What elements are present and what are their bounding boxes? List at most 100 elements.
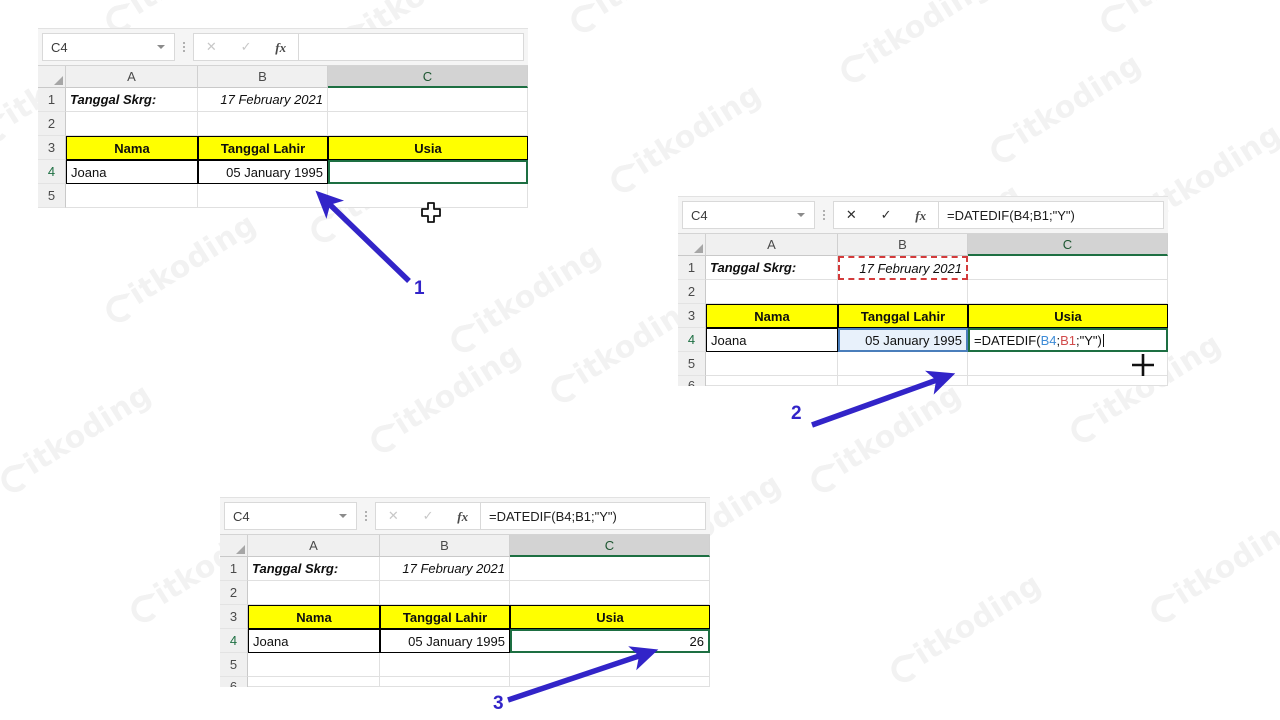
row-header-6[interactable]: 6 (220, 677, 248, 687)
cell-a5[interactable] (706, 352, 838, 376)
row-header-2[interactable]: 2 (220, 581, 248, 605)
confirm-icon[interactable]: ✓ (423, 510, 434, 523)
cell-a3[interactable]: Nama (248, 605, 380, 629)
row-header-4[interactable]: 4 (220, 629, 248, 653)
cell-c6[interactable] (968, 376, 1168, 386)
name-box[interactable]: C4 (224, 502, 357, 530)
cell-a2[interactable] (248, 581, 380, 605)
cell-a1[interactable]: Tanggal Skrg: (706, 256, 838, 280)
chevron-down-icon[interactable] (157, 45, 165, 49)
column-header-a[interactable]: A (248, 535, 380, 557)
column-header-b[interactable]: B (838, 234, 968, 256)
cell-c1[interactable] (968, 256, 1168, 280)
row-header-4[interactable]: 4 (678, 328, 706, 352)
name-box[interactable]: C4 (682, 201, 815, 229)
column-header-b[interactable]: B (380, 535, 510, 557)
cell-b6[interactable] (380, 677, 510, 687)
cell-a5[interactable] (248, 653, 380, 677)
row-header-1[interactable]: 1 (220, 557, 248, 581)
cell-c5[interactable] (328, 184, 528, 208)
cell-b2[interactable] (198, 112, 328, 136)
chevron-down-icon[interactable] (797, 213, 805, 217)
more-options-icon[interactable] (815, 201, 833, 229)
column-header-a[interactable]: A (706, 234, 838, 256)
cell-b3[interactable]: Tanggal Lahir (838, 304, 968, 328)
cell-a6[interactable] (248, 677, 380, 687)
cell-a3[interactable]: Nama (66, 136, 198, 160)
row-header-3[interactable]: 3 (38, 136, 66, 160)
cell-b4[interactable]: 05 January 1995 (198, 160, 328, 184)
cell-c4-result[interactable]: 26 (510, 629, 710, 653)
insert-function-icon[interactable]: fx (457, 510, 468, 523)
formula-input[interactable]: =DATEDIF(B4;B1;"Y") (938, 201, 1164, 229)
cell-a2[interactable] (66, 112, 198, 136)
row-header-5[interactable]: 5 (220, 653, 248, 677)
cell-b1-reference[interactable]: 17 February 2021 (838, 256, 968, 280)
column-header-c[interactable]: C (510, 535, 710, 557)
cell-b1[interactable]: 17 February 2021 (198, 88, 328, 112)
cell-c2[interactable] (968, 280, 1168, 304)
cell-a6[interactable] (706, 376, 838, 386)
select-all-corner[interactable] (220, 535, 248, 557)
cell-a1[interactable]: Tanggal Skrg: (66, 88, 198, 112)
cell-c3[interactable]: Usia (968, 304, 1168, 328)
chevron-down-icon[interactable] (339, 514, 347, 518)
more-options-icon[interactable] (175, 33, 193, 61)
formula-input[interactable]: =DATEDIF(B4;B1;"Y") (480, 502, 706, 530)
cancel-icon[interactable]: ✕ (846, 209, 857, 222)
insert-function-icon[interactable]: fx (915, 209, 926, 222)
row-header-3[interactable]: 3 (220, 605, 248, 629)
select-all-corner[interactable] (678, 234, 706, 256)
more-options-icon[interactable] (357, 502, 375, 530)
cell-b3[interactable]: Tanggal Lahir (380, 605, 510, 629)
row-header-6[interactable]: 6 (678, 376, 706, 386)
row-header-3[interactable]: 3 (678, 304, 706, 328)
cell-a2[interactable] (706, 280, 838, 304)
cell-b5[interactable] (838, 352, 968, 376)
cancel-icon[interactable]: ✕ (206, 41, 217, 54)
row-header-2[interactable]: 2 (678, 280, 706, 304)
confirm-icon[interactable]: ✓ (881, 209, 892, 222)
row-header-2[interactable]: 2 (38, 112, 66, 136)
cell-c3[interactable]: Usia (510, 605, 710, 629)
column-header-c[interactable]: C (968, 234, 1168, 256)
cell-c4-active[interactable] (328, 160, 528, 184)
cell-a4[interactable]: Joana (248, 629, 380, 653)
cell-a4[interactable]: Joana (706, 328, 838, 352)
cell-b3[interactable]: Tanggal Lahir (198, 136, 328, 160)
cell-c6[interactable] (510, 677, 710, 687)
cell-c2[interactable] (328, 112, 528, 136)
name-box[interactable]: C4 (42, 33, 175, 61)
cell-b1[interactable]: 17 February 2021 (380, 557, 510, 581)
row-header-1[interactable]: 1 (38, 88, 66, 112)
row-header-5[interactable]: 5 (678, 352, 706, 376)
cell-c2[interactable] (510, 581, 710, 605)
cell-b4[interactable]: 05 January 1995 (380, 629, 510, 653)
cell-c1[interactable] (510, 557, 710, 581)
cell-a3[interactable]: Nama (706, 304, 838, 328)
formula-input[interactable] (298, 33, 524, 61)
cell-b6[interactable] (838, 376, 968, 386)
column-header-b[interactable]: B (198, 66, 328, 88)
row-header-5[interactable]: 5 (38, 184, 66, 208)
cell-b2[interactable] (380, 581, 510, 605)
insert-function-icon[interactable]: fx (275, 41, 286, 54)
cancel-icon[interactable]: ✕ (388, 510, 399, 523)
row-header-4[interactable]: 4 (38, 160, 66, 184)
cell-c4-editing[interactable]: =DATEDIF(B4; B1 ;"Y") (968, 328, 1168, 352)
cell-b5[interactable] (198, 184, 328, 208)
cell-a5[interactable] (66, 184, 198, 208)
confirm-icon[interactable]: ✓ (241, 41, 252, 54)
row-header-1[interactable]: 1 (678, 256, 706, 280)
column-header-c[interactable]: C (328, 66, 528, 88)
cell-b2[interactable] (838, 280, 968, 304)
cell-b4-reference[interactable]: 05 January 1995 (838, 328, 968, 352)
cell-c5[interactable] (968, 352, 1168, 376)
cell-b5[interactable] (380, 653, 510, 677)
select-all-corner[interactable] (38, 66, 66, 88)
cell-a1[interactable]: Tanggal Skrg: (248, 557, 380, 581)
cell-a4[interactable]: Joana (66, 160, 198, 184)
column-header-a[interactable]: A (66, 66, 198, 88)
cell-c5[interactable] (510, 653, 710, 677)
cell-c1[interactable] (328, 88, 528, 112)
